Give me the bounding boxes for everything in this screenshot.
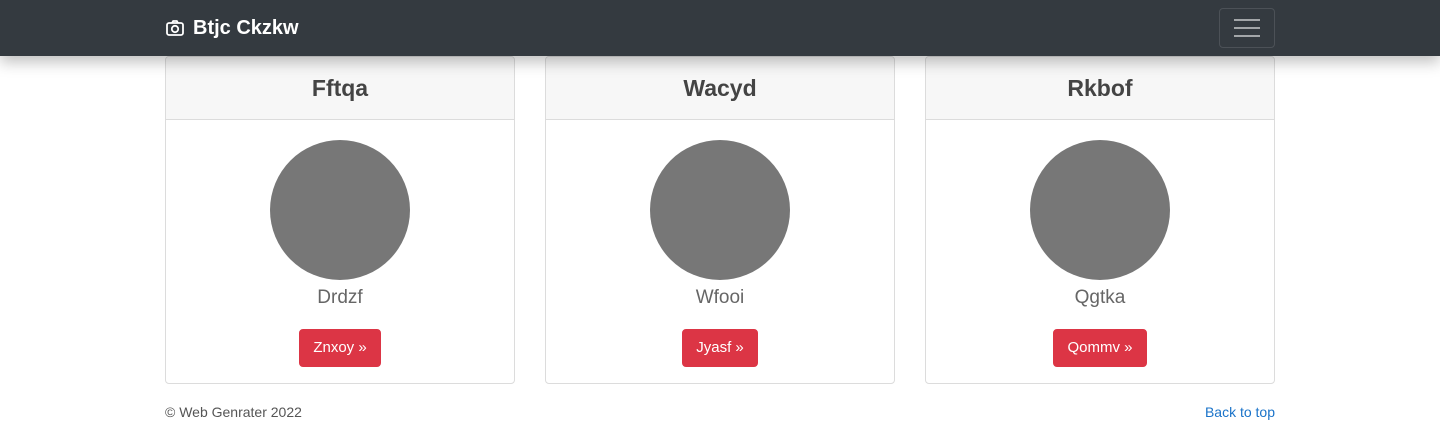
footer: © Web Genrater 2022 Back to top [165, 400, 1275, 424]
card-button[interactable]: Jyasf » [682, 329, 758, 367]
card-name: Qgtka [1074, 287, 1126, 308]
card-name: Wfooi [695, 287, 745, 308]
card-3: Rkbof Qgtka Qommv » [925, 56, 1275, 384]
card-name: Drdzf [317, 287, 363, 308]
card-title: Wacyd [546, 57, 894, 120]
card-title: Rkbof [926, 57, 1274, 120]
avatar-image [650, 140, 790, 280]
navbar: Btjc Ckzkw [0, 0, 1440, 56]
brand-link[interactable]: Btjc Ckzkw [165, 0, 299, 56]
avatar-image [1030, 140, 1170, 280]
navbar-toggler-button[interactable] [1219, 8, 1275, 48]
cards-row: Fftqa Drdzf Znxoy » Wacyd Wfooi Jyasf » … [165, 56, 1275, 384]
card-button[interactable]: Znxoy » [299, 329, 381, 367]
copyright-text: © Web Genrater 2022 [165, 404, 302, 420]
back-to-top-link[interactable]: Back to top [1205, 404, 1275, 420]
camera-icon [165, 18, 185, 38]
card-button[interactable]: Qommv » [1053, 329, 1147, 367]
card-2: Wacyd Wfooi Jyasf » [545, 56, 895, 384]
card-1: Fftqa Drdzf Znxoy » [165, 56, 515, 384]
brand-label: Btjc Ckzkw [193, 16, 299, 39]
avatar-image [270, 140, 410, 280]
card-title: Fftqa [166, 57, 514, 120]
hamburger-menu-icon [1234, 17, 1260, 39]
